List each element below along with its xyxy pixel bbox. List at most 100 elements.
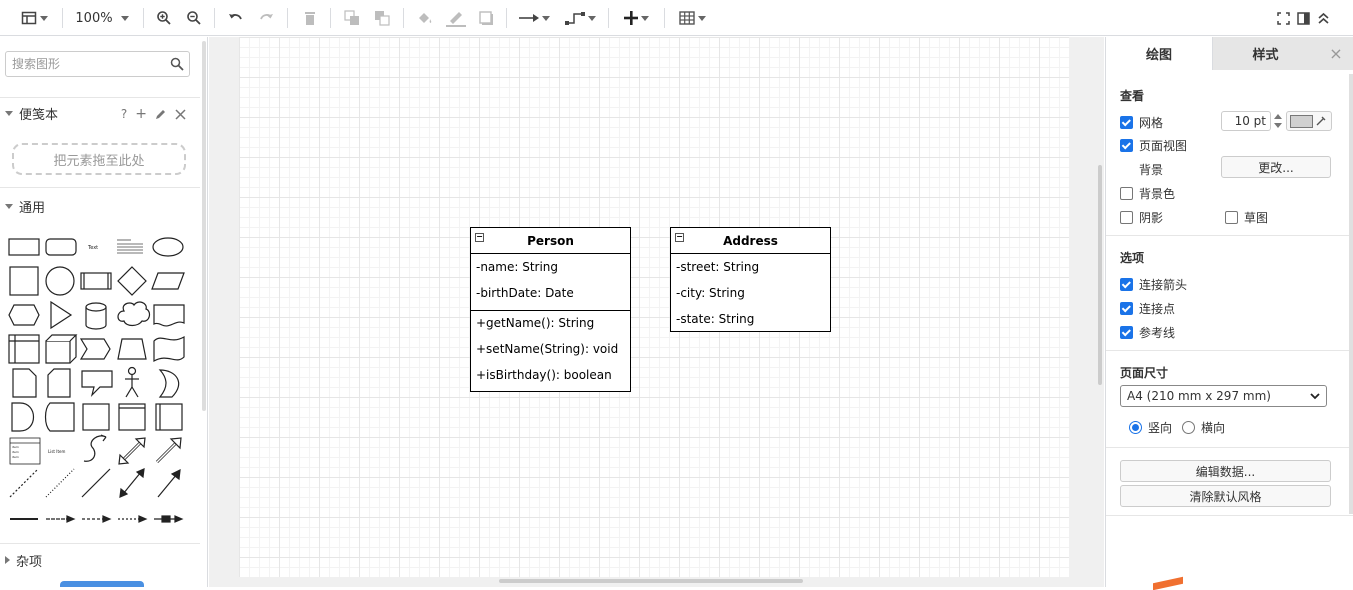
dashed-line-shape[interactable] (9, 468, 39, 498)
grid-color-button[interactable] (1286, 111, 1332, 131)
connector-arrow-shape[interactable] (46, 515, 76, 523)
dotted-line-shape[interactable] (45, 468, 75, 498)
process-shape[interactable] (80, 272, 112, 290)
format-panel-toggle-button[interactable] (17, 7, 51, 29)
rounded-rectangle-shape[interactable] (45, 238, 77, 256)
method-row[interactable]: +isBirthday(): boolean (471, 362, 630, 388)
zoom-dropdown[interactable]: 100% (72, 7, 132, 29)
guides-checkbox[interactable]: 参考线 (1120, 324, 1175, 341)
scratchpad-dropzone[interactable]: 把元素拖至此处 (12, 143, 186, 175)
card-shape[interactable] (47, 368, 71, 398)
delete-button[interactable] (301, 7, 319, 29)
method-row[interactable]: +getName(): String (471, 310, 630, 336)
ellipse-shape[interactable] (152, 237, 184, 257)
triangle-shape[interactable] (50, 300, 73, 330)
connection-style-dropdown[interactable] (516, 7, 552, 29)
general-section-header[interactable]: 通用 (0, 193, 200, 219)
collapse-icon[interactable]: − (475, 233, 484, 242)
add-icon[interactable]: + (135, 106, 147, 122)
cylinder-shape[interactable] (85, 302, 107, 330)
step-shape[interactable] (79, 338, 111, 360)
attribute-row[interactable]: -state: String (671, 306, 830, 332)
page-view-checkbox[interactable]: 页面视图 (1120, 137, 1187, 154)
vertical-container-shape[interactable] (155, 403, 183, 431)
to-back-button[interactable] (373, 7, 391, 29)
landscape-radio[interactable]: 横向 (1182, 419, 1225, 436)
text-shape[interactable]: Text (87, 245, 98, 251)
line-color-button[interactable] (445, 7, 467, 29)
swimlane-shape[interactable] (118, 403, 146, 431)
cloud-shape[interactable] (117, 301, 151, 327)
actor-shape[interactable] (125, 366, 139, 398)
drawing-page[interactable]: − Person -name: String -birthDate: Date … (239, 37, 1069, 577)
circle-shape[interactable] (45, 266, 75, 296)
labeled-connector-shape[interactable] (154, 515, 184, 523)
attribute-row[interactable]: -city: String (671, 280, 830, 306)
rectangle-shape[interactable] (8, 238, 40, 256)
insert-dropdown[interactable] (619, 7, 653, 29)
zoom-out-button[interactable] (185, 7, 203, 29)
change-background-button[interactable]: 更改... (1221, 156, 1331, 178)
list-item-shape[interactable]: List Item (48, 449, 65, 454)
class-header[interactable]: − Address (671, 228, 830, 254)
arrow-shape[interactable] (155, 437, 182, 464)
sidebar-scrollbar[interactable] (202, 41, 206, 411)
shadow-checkbox[interactable]: 阴影 (1120, 209, 1163, 226)
grid-checkbox[interactable]: 网格 (1120, 114, 1163, 131)
tab-style[interactable]: 样式 (1212, 37, 1318, 70)
grid-size-input[interactable]: 10 pt (1221, 111, 1271, 131)
fullscreen-button[interactable] (1275, 7, 1291, 29)
textbox-shape[interactable] (117, 239, 143, 254)
clear-default-style-button[interactable]: 清除默认风格 (1120, 485, 1331, 507)
close-panel-icon[interactable]: × (1318, 37, 1353, 70)
zoom-in-button[interactable] (155, 7, 173, 29)
tab-diagram[interactable]: 绘图 (1106, 37, 1212, 70)
hexagon-shape[interactable] (8, 304, 40, 326)
tape-shape[interactable] (153, 335, 185, 363)
scratchpad-header[interactable]: 便笺本 ? + (0, 100, 200, 126)
more-shapes-button[interactable] (60, 581, 144, 587)
method-row[interactable]: +setName(String): void (471, 336, 630, 362)
parallelogram-shape[interactable] (151, 272, 185, 290)
attribute-row[interactable]: -street: String (671, 254, 830, 280)
data-storage-shape[interactable] (44, 402, 75, 432)
dashed-connector-shape[interactable] (82, 515, 112, 523)
horizontal-scrollbar[interactable] (499, 579, 803, 583)
collapse-toolbar-button[interactable] (1315, 7, 1331, 29)
trapezoid-shape[interactable] (117, 338, 147, 360)
vertical-scrollbar[interactable] (1098, 165, 1102, 385)
or-shape[interactable] (158, 369, 180, 398)
background-color-checkbox[interactable]: 背景色 (1120, 185, 1175, 202)
to-front-button[interactable] (343, 7, 361, 29)
attribute-row[interactable]: -name: String (471, 254, 630, 280)
redo-button[interactable] (257, 7, 275, 29)
document-shape[interactable] (153, 304, 185, 327)
square-shape[interactable] (9, 266, 39, 296)
undo-button[interactable] (227, 7, 245, 29)
fill-color-button[interactable] (416, 7, 434, 29)
connection-points-checkbox[interactable]: 连接点 (1120, 300, 1175, 317)
connection-arrows-checkbox[interactable]: 连接箭头 (1120, 276, 1187, 293)
diamond-shape[interactable] (117, 266, 147, 296)
delay-shape[interactable] (11, 402, 35, 432)
paper-size-select[interactable]: A4 (210 mm x 297 mm) (1120, 385, 1327, 407)
close-icon[interactable] (175, 108, 186, 120)
help-icon[interactable]: ? (121, 107, 127, 121)
toggle-format-panel-button[interactable] (1295, 7, 1311, 29)
bidirectional-connector-shape[interactable] (119, 468, 145, 498)
spinner-icon[interactable] (1272, 111, 1284, 131)
cube-shape[interactable] (45, 334, 78, 364)
table-dropdown[interactable] (676, 7, 708, 29)
internal-storage-shape[interactable] (8, 334, 40, 364)
diagram-canvas[interactable]: − Person -name: String -birthDate: Date … (209, 37, 1104, 587)
line-shape[interactable] (81, 468, 111, 498)
format-panel-scrollbar[interactable] (1349, 74, 1353, 514)
attribute-row[interactable]: -birthDate: Date (471, 280, 630, 306)
edit-icon[interactable] (155, 108, 167, 120)
portrait-radio[interactable]: 竖向 (1129, 419, 1172, 436)
curve-shape[interactable] (83, 435, 107, 462)
directional-connector-shape[interactable] (157, 468, 181, 498)
class-address[interactable]: − Address -street: String -city: String … (670, 227, 831, 332)
sketch-checkbox[interactable]: 草图 (1225, 209, 1268, 226)
container-shape[interactable] (82, 403, 110, 431)
